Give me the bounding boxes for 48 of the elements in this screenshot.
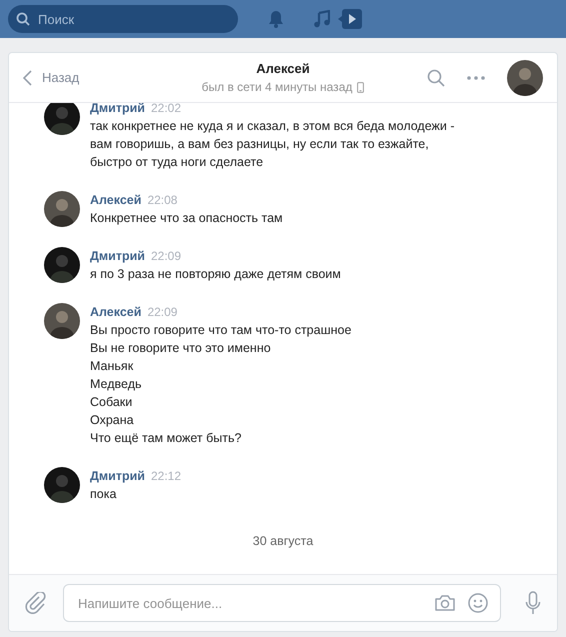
more-icon[interactable] — [467, 76, 485, 80]
back-button[interactable]: Назад — [23, 70, 173, 86]
date-divider: 30 августа — [252, 534, 314, 548]
bell-icon[interactable] — [268, 10, 284, 28]
avatar[interactable] — [44, 467, 80, 503]
microphone-icon[interactable] — [525, 591, 541, 615]
avatar[interactable] — [44, 191, 80, 227]
message-text: Вы просто говорите что там что-то страшное — [90, 322, 352, 339]
chat-title: Алексей — [256, 61, 310, 76]
message-text: Маньяк — [90, 358, 134, 375]
search-field[interactable]: Поиск — [36, 10, 220, 28]
avatar[interactable] — [44, 303, 80, 339]
message-text: Конкретнее что за опасность там — [90, 210, 283, 227]
avatar[interactable] — [507, 60, 543, 96]
play-icon[interactable] — [338, 9, 362, 29]
message-text: Вы не говорите что это именно — [90, 340, 272, 357]
chevron-left-icon — [23, 70, 32, 86]
message-author[interactable]: Алексей — [90, 191, 142, 209]
message-time: 22:09 — [150, 248, 181, 265]
music-icon[interactable] — [314, 10, 330, 28]
online-status: был в сети 4 минуты назад — [202, 80, 352, 94]
message-text: вам говоришь, а вам без разницы, ну если так то езжайте, — [90, 136, 430, 153]
message-time: 22:09 — [147, 304, 178, 321]
message-text: я по 3 раза не повторяю даже детям своим — [90, 266, 341, 283]
message-text: Охрана — [90, 412, 135, 429]
message-author[interactable]: Алексей — [90, 303, 142, 321]
message-author[interactable]: Дмитрий — [90, 467, 145, 485]
message-author[interactable]: Дмитрий — [90, 247, 145, 265]
message-time: 22:12 — [150, 468, 181, 485]
smiley-icon[interactable] — [468, 593, 488, 613]
message-text: быстро от туда ноги сделаете — [90, 154, 264, 171]
paperclip-icon[interactable] — [25, 592, 47, 614]
avatar[interactable] — [44, 103, 80, 135]
message-box[interactable]: Напишите сообщение... — [63, 584, 501, 622]
message-author[interactable]: Дмитрий — [90, 103, 145, 117]
phone-icon — [357, 82, 364, 92]
message-text: так конкретнее не куда я и сказал, в этом вся беда молодежи - — [90, 118, 455, 135]
message-text: Медведь — [90, 376, 143, 393]
search-box[interactable]: Поиск — [8, 5, 238, 33]
search-icon — [16, 12, 30, 26]
message-text: пока — [90, 486, 118, 503]
message-text: Собаки — [90, 394, 134, 411]
avatar[interactable] — [44, 247, 80, 283]
message-time: 22:08 — [147, 192, 178, 209]
camera-icon[interactable] — [434, 594, 456, 612]
search-icon[interactable] — [427, 68, 445, 86]
message-time: 22:02 — [150, 103, 181, 117]
message-text: Что ещё там может быть? — [90, 430, 242, 447]
